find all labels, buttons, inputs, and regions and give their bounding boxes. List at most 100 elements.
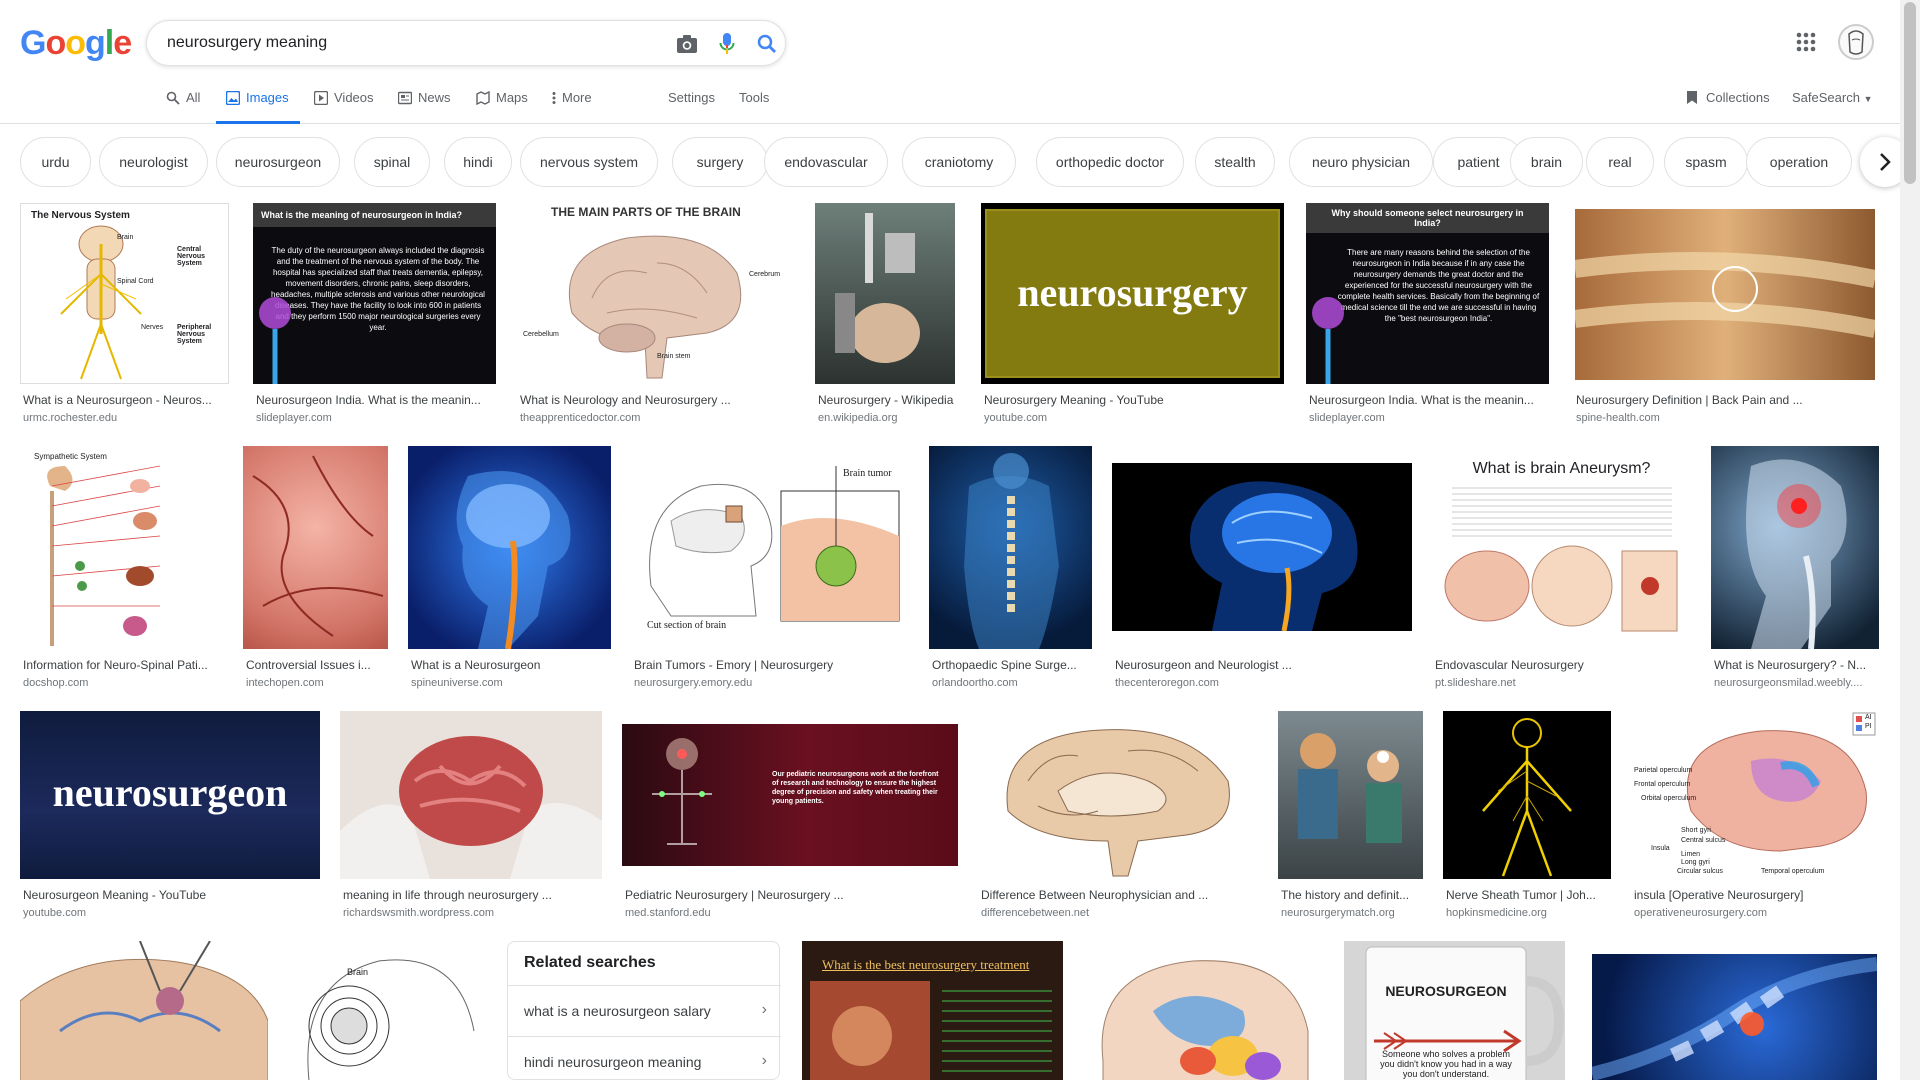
result-thumbnail[interactable] (815, 203, 955, 384)
tab-images[interactable]: Images (216, 90, 300, 124)
result-title[interactable]: Neurosurgery - Wikipedia (818, 393, 958, 407)
chip[interactable]: neurologist (99, 137, 208, 187)
tab-maps[interactable]: Maps (476, 90, 528, 124)
result-title[interactable]: What is Neurosurgery? - N... (1714, 658, 1879, 672)
result-title[interactable]: Information for Neuro-Spinal Pati... (23, 658, 223, 672)
settings-link[interactable]: Settings (668, 90, 715, 105)
result-source[interactable]: spineuniverse.com (411, 677, 611, 689)
image-result[interactable] (1083, 941, 1324, 1080)
result-title[interactable]: Difference Between Neurophysician and ..… (981, 888, 1256, 902)
result-title[interactable]: Controversial Issues i... (246, 658, 386, 672)
result-title[interactable]: Neurosurgery Meaning - YouTube (984, 393, 1284, 407)
camera-icon[interactable] (675, 32, 699, 56)
result-source[interactable]: neurosurgerymatch.org (1281, 907, 1426, 919)
result-thumbnail[interactable]: What is the best neurosurgery treatment (802, 941, 1063, 1080)
image-result[interactable]: The Nervous System Brain Central Nervous… (20, 203, 230, 424)
result-title[interactable]: Orthopaedic Spine Surge... (932, 658, 1092, 672)
image-result[interactable]: meaning in life through neurosurgery ...… (340, 711, 603, 921)
image-result[interactable]: Parietal operculum Frontal operculum Orb… (1631, 711, 1879, 921)
chip[interactable]: hindi (444, 137, 512, 187)
image-result[interactable]: THE MAIN PARTS OF THE BRAIN Cerebrum Cer… (517, 203, 791, 424)
result-source[interactable]: orlandoortho.com (932, 677, 1092, 689)
chip[interactable]: craniotomy (902, 137, 1016, 187)
result-title[interactable]: What is a Neurosurgeon (411, 658, 611, 672)
search-icon[interactable] (755, 32, 779, 56)
image-result[interactable]: What is brain Aneurysm? Endovascular Neu… (1432, 446, 1691, 690)
result-source[interactable]: neurosurgeonsmilad.weebly.... (1714, 677, 1879, 689)
result-source[interactable]: theapprenticedoctor.com (520, 412, 790, 424)
tab-all[interactable]: All (166, 90, 200, 124)
result-thumbnail[interactable] (1278, 711, 1423, 879)
image-result[interactable]: neurosurgeon Neurosurgeon Meaning - YouT… (20, 711, 321, 921)
image-result[interactable]: Our pediatric neurosurgeons work at the … (622, 711, 958, 921)
result-source[interactable]: pt.slideshare.net (1435, 677, 1690, 689)
apps-grid-icon[interactable] (1794, 30, 1818, 54)
image-result[interactable]: Sympathetic System Information for Neuro… (20, 446, 225, 690)
result-source[interactable]: en.wikipedia.org (818, 412, 958, 424)
result-thumbnail[interactable]: Brain tumor Cut section of brain (631, 446, 909, 649)
result-source[interactable]: spine-health.com (1576, 412, 1876, 424)
result-title[interactable]: Neurosurgeon Meaning - YouTube (23, 888, 323, 902)
result-source[interactable]: youtube.com (23, 907, 323, 919)
result-source[interactable]: slideplayer.com (1309, 412, 1549, 424)
image-result[interactable]: What is Neurosurgery? - N... neurosurgeo… (1711, 446, 1879, 690)
result-title[interactable]: Neurosurgeon India. What is the meanin..… (256, 393, 496, 407)
result-title[interactable]: Pediatric Neurosurgery | Neurosurgery ..… (625, 888, 955, 902)
chip[interactable]: real (1586, 137, 1654, 187)
result-source[interactable]: youtube.com (984, 412, 1284, 424)
result-thumbnail[interactable]: NEUROSURGEON Someone who solves a proble… (1344, 941, 1565, 1080)
chip[interactable]: urdu (20, 137, 91, 187)
image-result[interactable]: Neurosurgery Definition | Back Pain and … (1573, 203, 1878, 424)
avatar[interactable] (1838, 24, 1874, 60)
image-result[interactable] (1592, 941, 1877, 1080)
image-result[interactable]: Why should someone select neurosurgery i… (1306, 203, 1549, 424)
image-result[interactable]: Neurosurgeon and Neurologist ... thecent… (1112, 446, 1412, 690)
tab-videos[interactable]: Videos (314, 90, 374, 124)
result-title[interactable]: What is a Neurosurgeon - Neuros... (23, 393, 223, 407)
image-result[interactable]: Nerve Sheath Tumor | Joh... hopkinsmedic… (1443, 711, 1612, 921)
result-thumbnail[interactable]: Brain (289, 941, 487, 1080)
result-thumbnail[interactable] (243, 446, 388, 649)
safesearch-menu[interactable]: SafeSearch ▼ (1792, 90, 1872, 105)
result-thumbnail[interactable]: The Nervous System Brain Central Nervous… (20, 203, 229, 384)
result-thumbnail[interactable]: THE MAIN PARTS OF THE BRAIN Cerebrum Cer… (517, 203, 791, 384)
result-title[interactable]: Nerve Sheath Tumor | Joh... (1446, 888, 1611, 902)
image-result[interactable]: What is the meaning of neurosurgeon in I… (253, 203, 496, 424)
search-input[interactable]: neurosurgery meaning (167, 34, 327, 52)
chip[interactable]: spinal (354, 137, 430, 187)
result-thumbnail[interactable] (1083, 941, 1324, 1080)
bookmark-icon[interactable] (1686, 90, 1698, 108)
result-thumbnail[interactable]: Our pediatric neurosurgeons work at the … (622, 711, 958, 879)
image-result[interactable]: Neurosurgery - Wikipedia en.wikipedia.or… (815, 203, 958, 424)
chip[interactable]: brain (1510, 137, 1583, 187)
tab-more[interactable]: More (552, 90, 592, 124)
google-logo[interactable]: Google (20, 24, 132, 63)
result-title[interactable]: Neurosurgeon and Neurologist ... (1115, 658, 1410, 672)
result-source[interactable]: med.stanford.edu (625, 907, 955, 919)
result-thumbnail[interactable]: What is the meaning of neurosurgeon in I… (253, 203, 496, 384)
result-thumbnail[interactable]: Why should someone select neurosurgery i… (1306, 203, 1549, 384)
image-result[interactable]: Orthopaedic Spine Surge... orlandoortho.… (929, 446, 1092, 690)
result-thumbnail[interactable] (978, 711, 1257, 879)
image-result[interactable]: The history and definit... neurosurgerym… (1278, 711, 1424, 921)
image-result[interactable]: Difference Between Neurophysician and ..… (978, 711, 1258, 921)
tools-link[interactable]: Tools (739, 90, 769, 105)
result-thumbnail[interactable] (1711, 446, 1879, 649)
image-result[interactable]: NEUROSURGEON Someone who solves a proble… (1344, 941, 1565, 1080)
result-source[interactable]: hopkinsmedicine.org (1446, 907, 1611, 919)
related-search-item[interactable]: what is a neurosurgeon salary › (508, 985, 781, 1035)
result-title[interactable]: Endovascular Neurosurgery (1435, 658, 1690, 672)
microphone-icon[interactable] (715, 32, 739, 56)
chip[interactable]: stealth (1195, 137, 1275, 187)
result-thumbnail[interactable] (929, 446, 1092, 649)
result-thumbnail[interactable] (1443, 711, 1611, 879)
chip[interactable]: operation (1746, 137, 1852, 187)
result-source[interactable]: slideplayer.com (256, 412, 496, 424)
result-source[interactable]: neurosurgery.emory.edu (634, 677, 909, 689)
chip[interactable]: neuro physician (1289, 137, 1433, 187)
result-thumbnail[interactable] (20, 941, 268, 1080)
chip[interactable]: nervous system (520, 137, 658, 187)
result-thumbnail[interactable] (408, 446, 611, 649)
result-thumbnail[interactable] (340, 711, 602, 879)
result-thumbnail[interactable]: Sympathetic System (20, 446, 224, 649)
